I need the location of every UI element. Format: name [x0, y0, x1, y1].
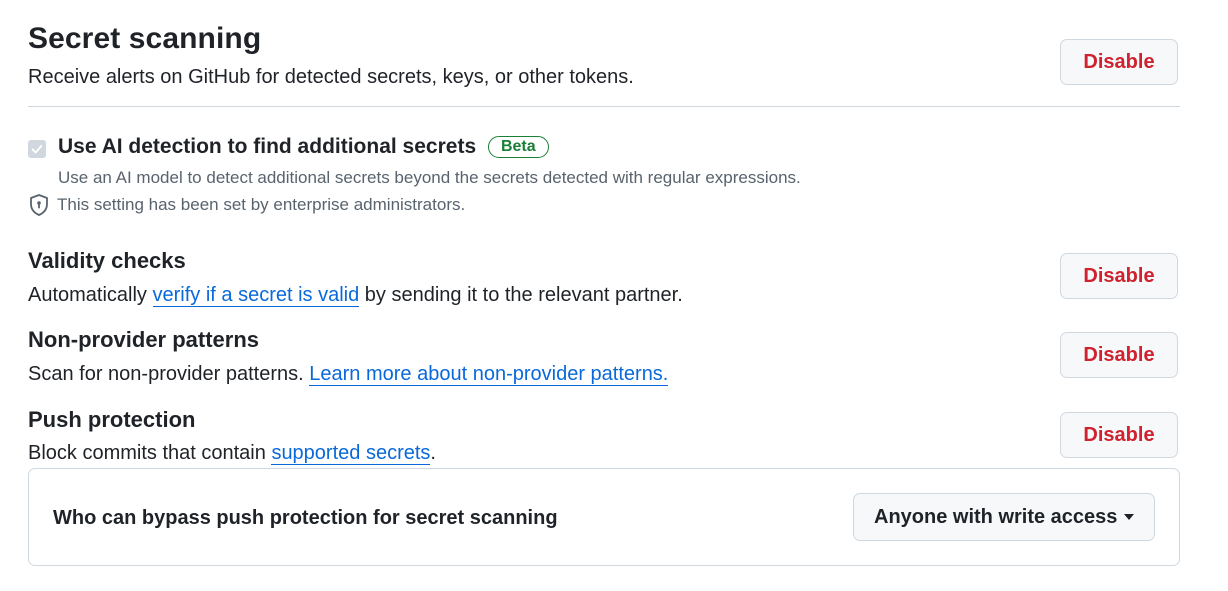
enterprise-note-text: This setting has been set by enterprise …	[57, 195, 466, 214]
beta-badge: Beta	[487, 136, 549, 158]
bypass-select-value: Anyone with write access	[874, 505, 1118, 528]
non-provider-title: Non-provider patterns	[28, 327, 260, 352]
push-protection-disable-button[interactable]: Disable	[1060, 412, 1178, 458]
push-protection-text: Block commits that contain	[28, 442, 272, 464]
validity-checks-text-after: by sending it to the relevant partner.	[359, 284, 683, 306]
verify-secret-link[interactable]: verify if a secret is valid	[152, 284, 360, 307]
non-provider-learn-more-link[interactable]: Learn more about non-provider patterns.	[309, 363, 669, 386]
secret-scanning-description: Receive alerts on GitHub for detected se…	[28, 66, 634, 88]
secret-scanning-title: Secret scanning	[28, 22, 262, 55]
bypass-select[interactable]: Anyone with write access	[853, 493, 1155, 541]
validity-checks-title: Validity checks	[28, 248, 186, 273]
supported-secrets-link[interactable]: supported secrets	[271, 442, 431, 465]
enterprise-note: This setting has been set by enterprise …	[28, 193, 465, 217]
checkmark-icon	[31, 144, 43, 154]
secret-scanning-disable-button[interactable]: Disable	[1060, 39, 1178, 85]
ai-detection-checkbox[interactable]	[28, 140, 46, 158]
non-provider-description: Scan for non-provider patterns. Learn mo…	[28, 363, 669, 386]
validity-checks-text: Automatically	[28, 284, 153, 306]
ai-detection-description: Use an AI model to detect additional sec…	[58, 168, 801, 187]
triangle-down-icon	[1124, 514, 1134, 520]
non-provider-disable-button[interactable]: Disable	[1060, 332, 1178, 378]
ai-detection-row: Use AI detection to find additional secr…	[58, 135, 549, 159]
ai-detection-label: Use AI detection to find additional secr…	[58, 135, 477, 158]
section-divider	[28, 106, 1180, 107]
validity-checks-description: Automatically verify if a secret is vali…	[28, 284, 683, 307]
push-protection-title: Push protection	[28, 407, 196, 432]
push-protection-text-after: .	[430, 442, 436, 464]
bypass-label: Who can bypass push protection for secre…	[53, 507, 558, 529]
shield-lock-icon	[30, 194, 48, 216]
bypass-settings-box: Who can bypass push protection for secre…	[28, 468, 1180, 566]
push-protection-description: Block commits that contain supported sec…	[28, 442, 436, 465]
non-provider-text: Scan for non-provider patterns.	[28, 363, 310, 385]
validity-checks-disable-button[interactable]: Disable	[1060, 253, 1178, 299]
